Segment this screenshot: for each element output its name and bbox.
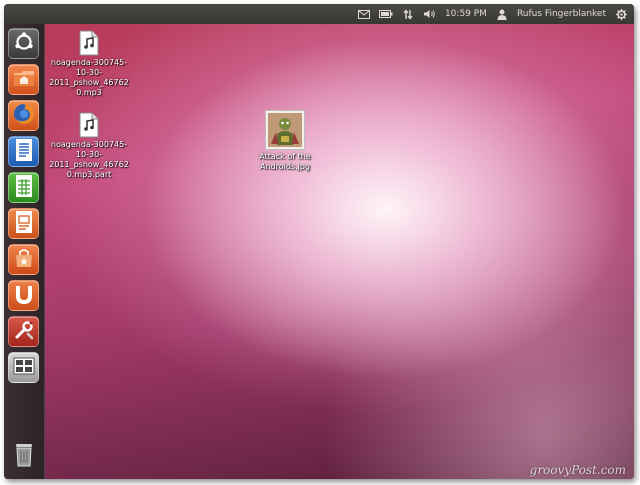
image-thumbnail-icon: [265, 110, 305, 150]
mp3-file-icon: [47, 112, 131, 138]
shopping-bag-icon: [13, 247, 35, 273]
folder-icon: [13, 68, 35, 92]
launcher-trash[interactable]: [8, 440, 39, 471]
launcher-home-folder[interactable]: [8, 64, 39, 95]
top-panel: 10:59 PM Rufus Fingerblanket: [4, 4, 634, 24]
indicator-tray: 10:59 PM Rufus Fingerblanket: [357, 4, 628, 24]
launcher: [4, 24, 45, 479]
watermark: groovyPost.com: [529, 463, 626, 477]
desktop-file-label: noagenda-300745-10-30-2011_pshow_467620.…: [49, 140, 129, 179]
launcher-libreoffice-impress[interactable]: [8, 208, 39, 239]
ubuntu-one-icon: [15, 283, 33, 309]
ubuntu-logo-icon: [13, 31, 35, 57]
calc-icon: [14, 174, 34, 202]
mp3-file-icon: [47, 30, 131, 56]
volume-icon[interactable]: [423, 7, 437, 21]
launcher-libreoffice-calc[interactable]: [8, 172, 39, 203]
writer-icon: [14, 138, 34, 166]
battery-icon[interactable]: [378, 7, 393, 21]
wrench-icon: [13, 319, 35, 345]
user-name[interactable]: Rufus Fingerblanket: [517, 9, 606, 19]
desktop-file-mp3[interactable]: noagenda-300745-10-30-2011_pshow_467620.…: [47, 30, 131, 98]
desktop-file-label: Attack of the Androids.jpg: [259, 152, 311, 171]
desktop-screen: 10:59 PM Rufus Fingerblanket noagenda-30…: [4, 4, 634, 479]
desktop-area: noagenda-300745-10-30-2011_pshow_467620.…: [45, 24, 634, 479]
desktop-file-jpg[interactable]: Attack of the Androids.jpg: [243, 110, 327, 172]
launcher-dash-home[interactable]: [8, 28, 39, 59]
desktop-file-label: noagenda-300745-10-30-2011_pshow_467620.…: [49, 58, 129, 97]
user-icon[interactable]: [495, 7, 509, 21]
launcher-libreoffice-writer[interactable]: [8, 136, 39, 167]
mail-icon[interactable]: [357, 7, 371, 21]
clock[interactable]: 10:59 PM: [445, 9, 487, 19]
launcher-software-center[interactable]: [8, 244, 39, 275]
launcher-system-settings[interactable]: [8, 316, 39, 347]
launcher-workspace-switcher[interactable]: [8, 352, 39, 383]
trash-icon: [13, 441, 35, 471]
firefox-icon: [12, 102, 36, 130]
workspaces-icon: [13, 357, 35, 379]
desktop-file-mp3-part[interactable]: noagenda-300745-10-30-2011_pshow_467620.…: [47, 112, 131, 180]
impress-icon: [14, 210, 34, 238]
launcher-ubuntu-one[interactable]: [8, 280, 39, 311]
launcher-firefox[interactable]: [8, 100, 39, 131]
gear-icon[interactable]: [614, 7, 628, 21]
network-icon[interactable]: [401, 7, 415, 21]
